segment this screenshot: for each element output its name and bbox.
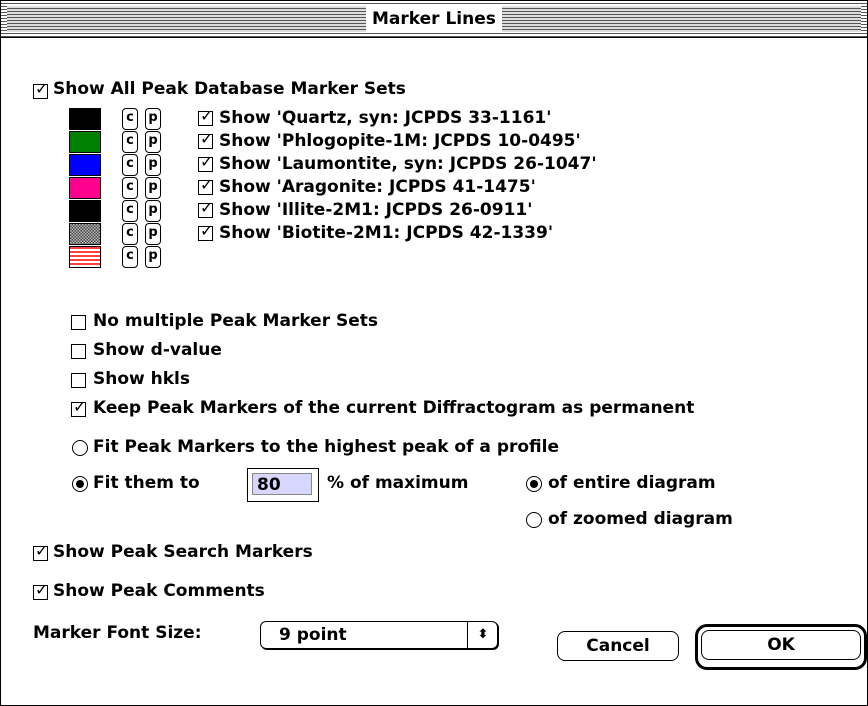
fit-highest-radio[interactable] bbox=[72, 440, 88, 456]
marker-set-label: Show 'Illite-2M1: JCPDS 26-0911' bbox=[219, 200, 533, 220]
copy-color-button[interactable]: c bbox=[122, 177, 138, 199]
show-marker-set-checkbox[interactable]: ✓ bbox=[198, 199, 213, 218]
entire-diagram-radio[interactable] bbox=[526, 476, 542, 492]
show-peak-comments-checkbox[interactable]: ✓ bbox=[33, 581, 48, 600]
percent-input[interactable]: 80 bbox=[252, 473, 312, 495]
copy-color-button[interactable]: c bbox=[122, 223, 138, 245]
marker-lines-dialog: Marker Lines ✓ Show All Peak Database Ma… bbox=[0, 0, 868, 706]
checkmark-icon: ✓ bbox=[200, 106, 214, 125]
entire-diagram-label: of entire diagram bbox=[548, 473, 716, 493]
no-multiple-checkbox[interactable] bbox=[71, 315, 86, 330]
checkmark-icon: ✓ bbox=[35, 79, 49, 98]
percent-suffix-label: % of maximum bbox=[327, 473, 469, 493]
marker-color-swatch[interactable] bbox=[69, 154, 101, 176]
show-marker-set-checkbox[interactable]: ✓ bbox=[198, 130, 213, 149]
show-d-value-checkbox[interactable] bbox=[71, 344, 86, 359]
marker-set-label: Show 'Phlogopite-1M: JCPDS 10-0495' bbox=[219, 131, 581, 151]
show-marker-set-checkbox[interactable]: ✓ bbox=[198, 153, 213, 172]
copy-color-button[interactable]: c bbox=[122, 200, 138, 222]
select-divider bbox=[467, 622, 468, 648]
keep-peak-markers-label: Keep Peak Markers of the current Diffrac… bbox=[93, 398, 695, 418]
paste-color-button[interactable]: p bbox=[145, 200, 161, 222]
ok-button[interactable]: OK bbox=[701, 630, 861, 660]
percent-field-frame: 80 bbox=[247, 468, 319, 502]
checkmark-icon: ✓ bbox=[200, 221, 214, 240]
checkmark-icon: ✓ bbox=[200, 198, 214, 217]
show-hkls-checkbox[interactable] bbox=[71, 373, 86, 388]
show-marker-set-checkbox[interactable]: ✓ bbox=[198, 107, 213, 126]
checkmark-icon: ✓ bbox=[200, 175, 214, 194]
checkmark-icon: ✓ bbox=[35, 580, 49, 599]
fit-them-label: Fit them to bbox=[93, 473, 200, 493]
paste-color-button[interactable]: p bbox=[145, 108, 161, 130]
marker-color-swatch[interactable] bbox=[69, 246, 101, 268]
font-size-value: 9 point bbox=[279, 625, 347, 645]
marker-set-label: Show 'Quartz, syn: JCPDS 33-1161' bbox=[219, 108, 552, 128]
paste-color-button[interactable]: p bbox=[145, 223, 161, 245]
zoomed-diagram-radio[interactable] bbox=[526, 512, 542, 528]
zoomed-diagram-label: of zoomed diagram bbox=[548, 509, 733, 529]
paste-color-button[interactable]: p bbox=[145, 177, 161, 199]
marker-color-swatch[interactable] bbox=[69, 200, 101, 222]
marker-color-swatch[interactable] bbox=[69, 223, 101, 245]
copy-color-button[interactable]: c bbox=[122, 131, 138, 153]
ok-button-default-ring: OK bbox=[695, 624, 867, 670]
marker-font-size-select[interactable]: 9 point ⬍ bbox=[260, 621, 498, 649]
paste-color-button[interactable]: p bbox=[145, 131, 161, 153]
show-marker-set-checkbox[interactable]: ✓ bbox=[198, 176, 213, 195]
show-all-checkbox[interactable]: ✓ bbox=[33, 80, 48, 99]
fit-them-radio[interactable] bbox=[72, 476, 88, 492]
copy-color-button[interactable]: c bbox=[122, 108, 138, 130]
copy-color-button[interactable]: c bbox=[122, 246, 138, 268]
show-peak-search-markers-label: Show Peak Search Markers bbox=[53, 542, 313, 562]
show-peak-comments-label: Show Peak Comments bbox=[53, 581, 265, 601]
marker-set-label: Show 'Laumontite, syn: JCPDS 26-1047' bbox=[219, 154, 597, 174]
show-marker-set-checkbox[interactable]: ✓ bbox=[198, 222, 213, 241]
show-hkls-label: Show hkls bbox=[93, 369, 191, 389]
show-all-label: Show All Peak Database Marker Sets bbox=[53, 79, 406, 99]
checkmark-icon: ✓ bbox=[35, 541, 49, 560]
marker-font-size-label: Marker Font Size: bbox=[33, 623, 202, 643]
select-arrows-icon: ⬍ bbox=[477, 627, 489, 642]
paste-color-button[interactable]: p bbox=[145, 154, 161, 176]
marker-color-swatch[interactable] bbox=[69, 177, 101, 199]
checkmark-icon: ✓ bbox=[200, 129, 214, 148]
show-peak-search-markers-checkbox[interactable]: ✓ bbox=[33, 542, 48, 561]
window-title: Marker Lines bbox=[366, 5, 502, 33]
marker-set-label: Show 'Biotite-2M1: JCPDS 42-1339' bbox=[219, 223, 554, 243]
checkmark-icon: ✓ bbox=[73, 397, 87, 416]
title-bar[interactable]: Marker Lines bbox=[1, 1, 867, 38]
marker-color-swatch[interactable] bbox=[69, 131, 101, 153]
cancel-button[interactable]: Cancel bbox=[557, 631, 679, 661]
show-d-value-label: Show d-value bbox=[93, 340, 222, 360]
no-multiple-label: No multiple Peak Marker Sets bbox=[93, 311, 379, 331]
checkmark-icon: ✓ bbox=[200, 152, 214, 171]
copy-color-button[interactable]: c bbox=[122, 154, 138, 176]
fit-highest-label: Fit Peak Markers to the highest peak of … bbox=[93, 437, 560, 457]
marker-color-swatch[interactable] bbox=[69, 108, 101, 130]
paste-color-button[interactable]: p bbox=[145, 246, 161, 268]
marker-set-label: Show 'Aragonite: JCPDS 41-1475' bbox=[219, 177, 536, 197]
keep-peak-markers-checkbox[interactable]: ✓ bbox=[71, 398, 86, 417]
